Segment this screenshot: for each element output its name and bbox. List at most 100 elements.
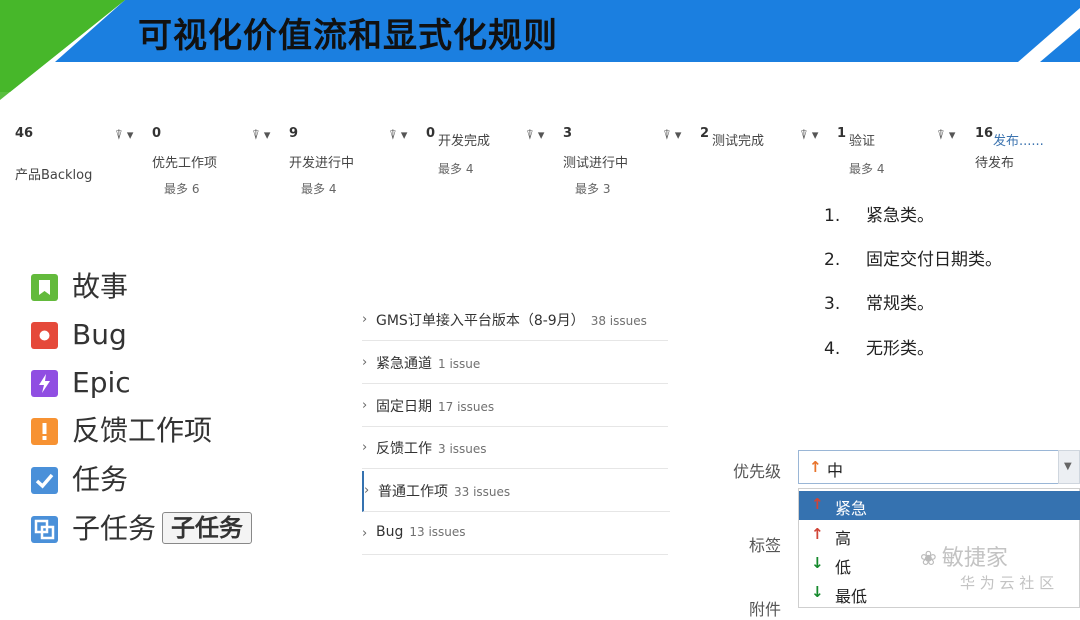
swimlane-count: 38 issues [590,314,647,328]
priority-option-label: 高 [835,529,852,548]
legend-label: 子任务 [72,512,157,545]
subtask-badge: 子任务 [162,512,252,544]
cos-number: 3. [824,294,841,314]
swimlane-row[interactable]: › 普通工作项 33 issues [362,471,670,512]
column-wip-limit: 最多 3 [575,182,611,196]
slide-title: 可视化价值流和显式化规则 [138,16,558,56]
bug-icon [31,322,58,349]
chevron-down-icon: ▼ [1064,461,1072,472]
filter-dropdown-icon[interactable]: ⍒ ▾ [937,128,955,143]
cos-item: 4. 无形类。 [824,334,934,359]
priority-option-label: 最低 [835,587,868,606]
filter-dropdown-icon[interactable]: ⍒ ▾ [526,128,544,143]
legend-label: 反馈工作项 [72,414,213,447]
column-test-done[interactable]: 2 测试完成 ⍒ ▾ [700,124,837,204]
cos-text: 无形类。 [866,339,934,359]
column-dev-in-progress[interactable]: 9 开发进行中 最多 4 ⍒ ▾ [289,124,426,204]
column-to-release[interactable]: 16 发布...... 待发布 [975,124,1075,204]
cos-number: 2. [824,250,841,270]
labels-field-label: 标签 [749,536,782,555]
cos-number: 4. [824,339,841,359]
column-name: 优先工作项 [152,156,218,171]
watermark-name: 敏捷家 [941,546,1008,571]
priority-dropdown-button[interactable]: ▼ [1058,450,1080,484]
filter-dropdown-icon[interactable]: ⍒ ▾ [115,128,133,143]
attachments-field-label: 附件 [749,600,782,619]
column-verify[interactable]: 1 验证 最多 4 ⍒ ▾ [837,124,974,204]
legend-label: 任务 [72,463,129,496]
watermark-sub: 华 为 云 社 区 [960,574,1055,592]
legend-label: Epic [72,366,131,399]
cos-text: 固定交付日期类。 [866,250,1002,270]
swimlane-row[interactable]: › GMS订单接入平台版本（8-9月） 38 issues [362,300,668,341]
swimlane-name: 紧急通道 [376,356,432,372]
swimlane-name: 固定日期 [376,399,432,415]
column-count: 46 [15,126,34,141]
cos-text: 紧急类。 [866,206,934,226]
chevron-right-icon[interactable]: › [362,398,367,413]
swimlane-count: 17 issues [438,400,495,414]
column-wip-limit: 最多 4 [438,162,474,176]
chevron-right-icon[interactable]: › [362,355,367,370]
column-name: 开发完成 [438,134,491,149]
column-backlog[interactable]: 46 产品Backlog ⍒ ▾ [15,124,152,204]
column-wip-limit: 最多 6 [164,182,200,196]
chevron-right-icon[interactable]: › [362,526,367,541]
column-name: 待发布 [975,156,1015,171]
column-count: 2 [700,126,710,141]
priority-option-label: 紧急 [835,499,868,518]
filter-dropdown-icon[interactable]: ⍒ ▾ [663,128,681,143]
cos-item: 1. 紧急类。 [824,201,934,226]
column-count: 0 [426,126,436,141]
cos-text: 常规类。 [866,294,934,314]
chevron-right-icon[interactable]: › [362,440,367,455]
swimlane-count: 1 issue [438,357,481,371]
arrow-down-icon: ↓ [811,583,824,601]
column-count: 1 [837,126,847,141]
swimlane-count: 3 issues [438,442,487,456]
arrow-down-icon: ↓ [811,554,824,572]
swimlane-name: Bug [376,524,404,540]
cos-number: 1. [824,206,841,226]
priority-option[interactable]: ↑ 紧急 [799,491,1080,520]
swimlane-row[interactable]: › Bug 13 issues [362,514,668,555]
swimlane-name: GMS订单接入平台版本（8-9月） [376,313,585,329]
priority-value: 中 [827,461,844,480]
swimlane-name: 普通工作项 [378,484,448,500]
column-dev-done[interactable]: 0 开发完成 最多 4 ⍒ ▾ [426,124,563,204]
filter-dropdown-icon[interactable]: ⍒ ▾ [252,128,270,143]
legend-label: Bug [72,318,127,351]
column-name: 测试进行中 [563,156,629,171]
legend-label: 故事 [72,270,129,303]
subtask-icon [31,516,58,543]
column-priority[interactable]: 0 优先工作项 最多 6 ⍒ ▾ [152,124,289,204]
task-icon [31,467,58,494]
swimlane-row[interactable]: › 反馈工作 3 issues [362,428,668,469]
feedback-icon [31,418,58,445]
arrow-up-icon: ↑ [811,495,824,513]
filter-dropdown-icon[interactable]: ⍒ ▾ [389,128,407,143]
column-wip-limit: 最多 4 [849,162,885,176]
priority-select[interactable]: ↑ 中 [798,450,1058,484]
story-icon [31,274,58,301]
arrow-up-icon: ↑ [811,525,824,543]
cos-item: 3. 常规类。 [824,289,934,314]
wechat-icon: ❀ [920,546,937,570]
chevron-right-icon[interactable]: › [364,483,369,498]
swimlane-name: 反馈工作 [376,441,432,457]
epic-icon [31,370,58,397]
chevron-right-icon[interactable]: › [362,312,367,327]
watermark: ❀ 敏捷家 华 为 云 社 区 [920,540,1054,593]
priority-label: 优先级 [733,462,782,481]
cos-item: 2. 固定交付日期类。 [824,245,1002,270]
swimlane-row[interactable]: › 固定日期 17 issues [362,386,668,427]
column-test-in-progress[interactable]: 3 测试进行中 最多 3 ⍒ ▾ [563,124,700,204]
swimlane-row[interactable]: › 紧急通道 1 issue [362,343,668,384]
release-link[interactable]: 发布...... [993,130,1044,149]
column-name: 验证 [849,134,876,149]
arrow-up-icon: ↑ [809,458,822,476]
swimlane-count: 13 issues [409,525,466,539]
column-count: 3 [563,126,573,141]
filter-dropdown-icon[interactable]: ⍒ ▾ [800,128,818,143]
column-count: 9 [289,126,299,141]
